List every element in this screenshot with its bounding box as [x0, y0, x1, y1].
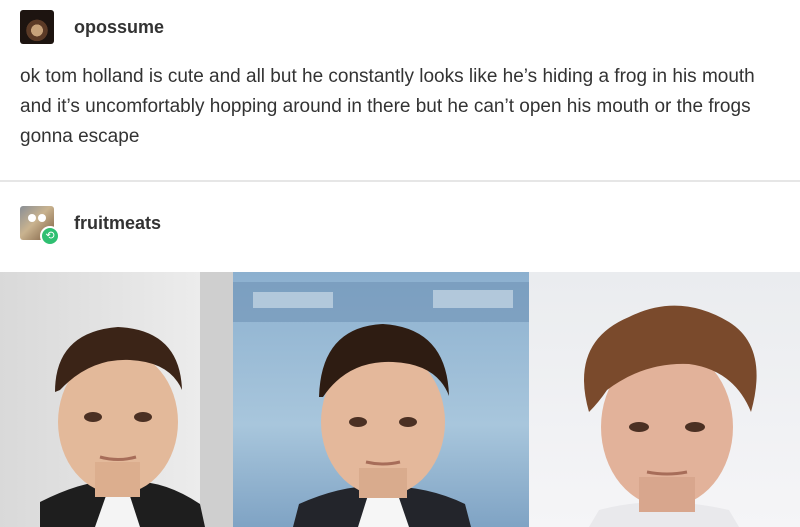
post-text: ok tom holland is cute and all but he co…: [20, 66, 755, 147]
reblog-icon: ⟲: [40, 226, 60, 246]
post-fruitmeats: ⟲ fruitmeats: [0, 182, 800, 527]
post-header: ⟲ fruitmeats: [20, 206, 161, 246]
avatar-opossume[interactable]: [20, 10, 54, 44]
avatar-fruitmeats[interactable]: ⟲: [20, 206, 60, 246]
photoset[interactable]: [0, 272, 800, 527]
username-opossume[interactable]: opossume: [74, 17, 164, 38]
username-fruitmeats[interactable]: fruitmeats: [74, 213, 161, 234]
photo-1[interactable]: [0, 272, 233, 527]
photo-3[interactable]: [529, 272, 800, 527]
photo-2[interactable]: [233, 272, 529, 527]
post-opossume: opossume ok tom holland is cute and all …: [0, 0, 800, 180]
post-header: opossume: [20, 10, 164, 44]
